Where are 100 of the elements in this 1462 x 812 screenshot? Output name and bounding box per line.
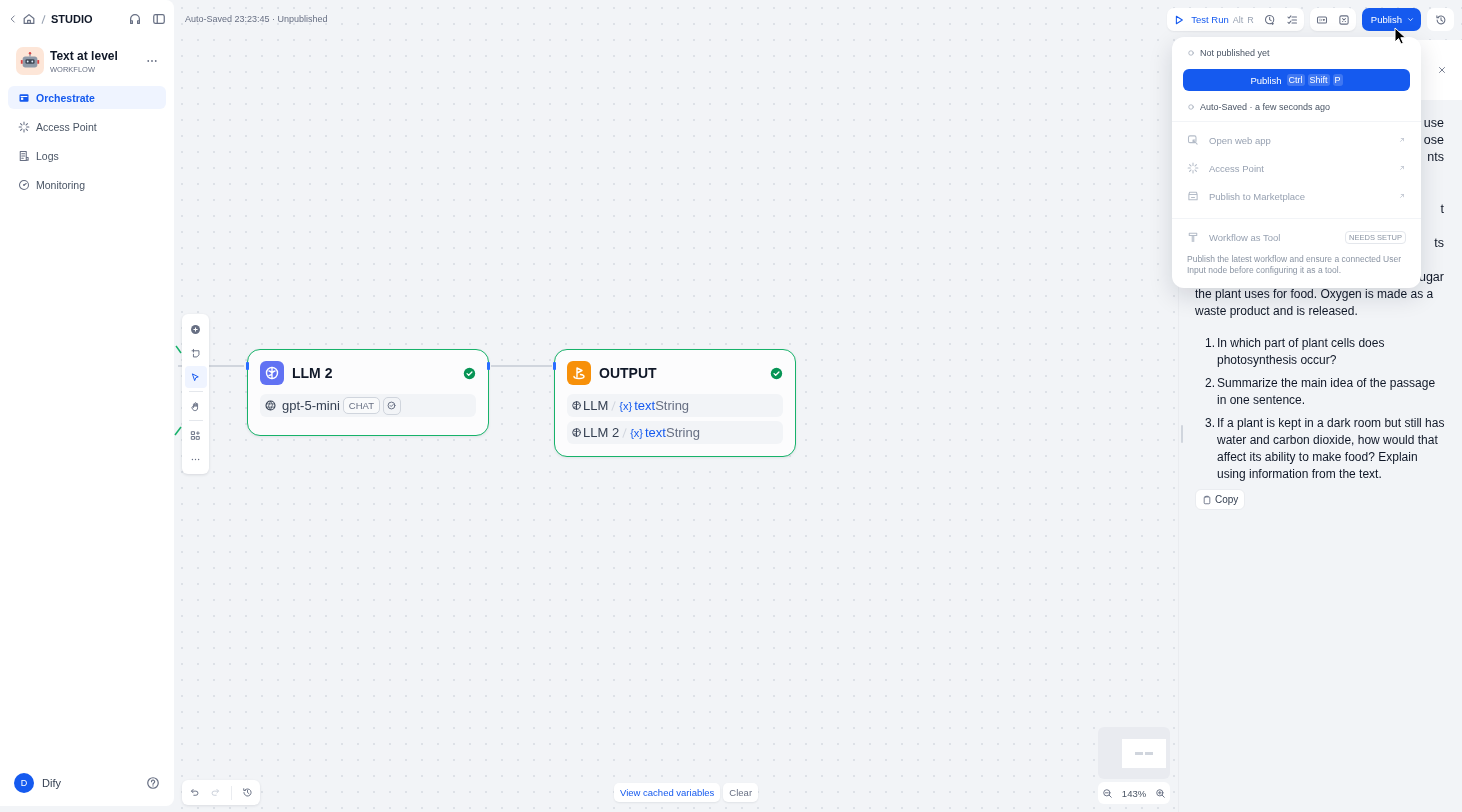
shortcut-key: R (1247, 14, 1254, 25)
minimap-node (1135, 751, 1143, 755)
nav-item[interactable]: Monitoring (8, 173, 166, 196)
variable-name: text (634, 398, 656, 413)
variable-icon[interactable] (1337, 13, 1350, 26)
shortcut-key: Alt (1232, 14, 1244, 25)
back-icon[interactable] (8, 13, 18, 25)
model-logo-icon (264, 399, 277, 412)
zoom-level[interactable]: 143% (1121, 787, 1147, 799)
zoom-in-icon[interactable] (1154, 787, 1166, 799)
shortcut-key: P (1332, 74, 1343, 86)
test-run-button[interactable]: Test Run Alt R (1173, 13, 1254, 26)
result-text-line: ugar (1418, 269, 1444, 286)
play-icon (1173, 13, 1186, 26)
variable-name: text (645, 425, 666, 440)
env-icon[interactable] (1315, 13, 1328, 26)
shortcut-key: Shift (1307, 74, 1330, 86)
list-number: 1. (1205, 335, 1216, 352)
brain-icon (571, 400, 582, 411)
pointer-tool[interactable] (184, 366, 207, 388)
home-icon[interactable] (22, 12, 36, 26)
workflow-node[interactable]: LLM 2 gpt-5-mini CHAT (247, 349, 489, 436)
nav-item[interactable]: Orchestrate (8, 86, 166, 109)
gauge-icon (18, 178, 30, 191)
node-title: LLM 2 (292, 365, 333, 381)
caret-icon (1406, 15, 1415, 24)
external-arrow-icon (1398, 136, 1406, 144)
result-text-line: ts (1434, 235, 1444, 252)
clipboard-icon (1202, 494, 1212, 505)
connection-handle[interactable] (246, 362, 249, 370)
model-settings-button[interactable] (382, 396, 401, 415)
note-icon (190, 347, 201, 359)
resize-handle[interactable] (1181, 425, 1183, 443)
source-node-name: LLM (583, 398, 609, 413)
brain-icon (260, 361, 284, 385)
clear-button[interactable]: Clear (723, 783, 759, 802)
edge-line (177, 365, 245, 367)
result-paragraph: the plant uses for food. Oxygen is made as a waste product and is released. (1195, 286, 1435, 320)
autosave-note: Auto-Saved · a few seconds ago (1200, 102, 1331, 112)
workflow-node[interactable]: OUTPUT LLM {x}textString LLM 2 {x}textString (554, 349, 796, 457)
history-icon (1434, 13, 1447, 26)
hand-icon (190, 400, 201, 412)
connection-handle[interactable] (487, 362, 490, 370)
success-check-icon (770, 366, 783, 380)
brain-icon (571, 427, 582, 438)
shortcut-key: Ctrl (1286, 74, 1305, 86)
edge-line (174, 426, 182, 436)
settings-icon (386, 400, 398, 411)
checklist-icon[interactable] (1285, 13, 1298, 26)
app-name: Text at level (50, 48, 119, 63)
breadcrumb-studio[interactable]: STUDIO (51, 13, 93, 25)
question-text: If a plant is kept in a dark room but still has water and carbon dioxide, how would that affect its ability to make food? Explain using information from the text. (1217, 415, 1446, 483)
window-icon (18, 91, 30, 104)
view-cached-variables-button[interactable]: View cached variables (614, 783, 721, 802)
external-arrow-icon (1398, 192, 1406, 200)
result-text-line: use (1423, 115, 1444, 132)
help-icon[interactable] (146, 776, 160, 790)
question-text: Summarize the main idea of the passage in one sentence. (1217, 375, 1437, 409)
cursor-icon (190, 371, 201, 383)
variable-type: String (655, 398, 690, 413)
zoom-out-icon[interactable] (1102, 787, 1114, 799)
document-icon (18, 149, 30, 162)
model-selector[interactable]: gpt-5-mini CHAT (260, 394, 476, 417)
copy-button[interactable]: Copy (1195, 489, 1246, 510)
publish-now-button[interactable]: Publish Ctrl Shift P (1183, 69, 1410, 91)
variable-symbol: {x} (630, 426, 643, 439)
nav-item[interactable]: Access Point (8, 115, 166, 138)
publish-button[interactable]: Publish (1361, 8, 1421, 31)
result-text-line: ose (1423, 132, 1444, 149)
external-arrow-icon (1398, 164, 1406, 172)
user-name: Dify (42, 777, 61, 789)
edge-line (490, 365, 553, 367)
result-text-line: t (1440, 201, 1444, 218)
sparkle-icon (18, 120, 30, 133)
nav-item[interactable]: Logs (8, 144, 166, 167)
status-dot-icon (1187, 103, 1195, 111)
robot-avatar (16, 47, 44, 75)
close-icon[interactable] (1437, 65, 1447, 75)
plus-icon (190, 323, 201, 335)
blocks-icon (190, 429, 201, 441)
connection-handle[interactable] (553, 362, 556, 370)
edge-line (175, 345, 182, 354)
flag-icon (567, 361, 591, 385)
mode-tag: CHAT (342, 397, 380, 414)
version-history-button[interactable] (1427, 8, 1454, 31)
store-icon (1187, 190, 1199, 202)
undo-icon[interactable] (189, 787, 200, 798)
sparkle-icon (1187, 162, 1199, 174)
history-icon[interactable] (242, 787, 253, 798)
user-avatar[interactable]: D (14, 773, 34, 793)
hammer-icon (1187, 231, 1199, 243)
list-number: 2. (1205, 375, 1216, 392)
success-check-icon (463, 366, 476, 380)
panel-toggle-icon[interactable] (152, 12, 166, 26)
clock-play-icon[interactable] (1263, 13, 1276, 26)
minimap-node (1145, 751, 1153, 755)
source-node-name: LLM 2 (583, 425, 620, 440)
variable-type: String (665, 425, 700, 440)
headset-icon[interactable] (128, 12, 142, 26)
list-number: 3. (1205, 415, 1216, 432)
